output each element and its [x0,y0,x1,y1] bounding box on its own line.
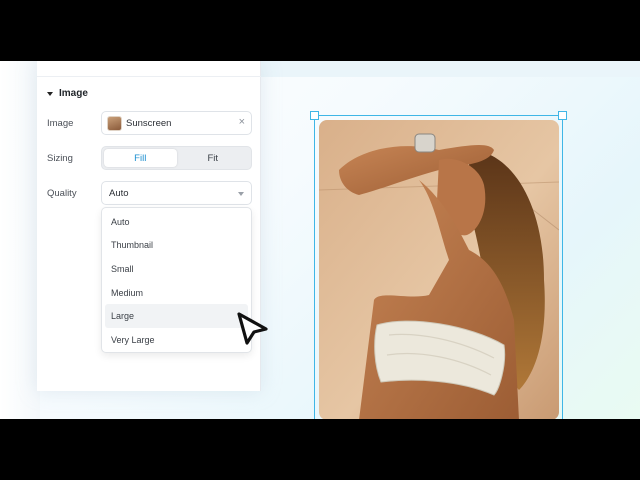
sizing-fit-button[interactable]: Fit [177,149,250,167]
quality-label: Quality [47,188,77,199]
quality-option-small[interactable]: Small [105,257,248,281]
photo-sunscreen [319,120,559,419]
editor-workspace: Image Image Sunscreen × Sizing Fill Fit … [0,61,640,419]
caret-down-icon [47,91,53,96]
quality-select[interactable]: Auto [101,181,252,205]
close-icon[interactable]: × [239,116,245,128]
panel-top-divider [37,61,261,77]
quality-dropdown-menu: Auto Thumbnail Small Medium Large Very L… [101,207,252,353]
sizing-segmented-control: Fill Fit [101,146,252,170]
quality-option-thumbnail[interactable]: Thumbnail [105,234,248,258]
pointer-cursor-icon [237,312,268,345]
quality-option-very-large[interactable]: Very Large [105,328,248,352]
sizing-fill-button[interactable]: Fill [104,149,177,167]
resize-handle-top-right[interactable] [558,111,567,120]
chevron-down-icon [238,192,244,196]
quality-option-medium[interactable]: Medium [105,281,248,305]
photo-image [319,120,559,419]
quality-option-auto[interactable]: Auto [105,210,248,234]
image-section-header[interactable]: Image [47,88,88,99]
properties-panel: Image Image Sunscreen × Sizing Fill Fit … [37,61,268,391]
quality-value: Auto [109,188,129,199]
image-frame[interactable] [310,111,567,419]
image-thumbnail-icon [107,116,122,131]
image-name: Sunscreen [126,118,172,129]
canvas-top-band [260,61,640,77]
section-title: Image [59,88,88,99]
sizing-label: Sizing [47,153,73,164]
image-picker-field[interactable]: Sunscreen × [101,111,252,135]
quality-option-large[interactable]: Large [105,304,248,328]
resize-handle-top-left[interactable] [310,111,319,120]
video-frame: Image Image Sunscreen × Sizing Fill Fit … [0,0,640,480]
image-label: Image [47,118,74,129]
left-margin [0,61,40,419]
